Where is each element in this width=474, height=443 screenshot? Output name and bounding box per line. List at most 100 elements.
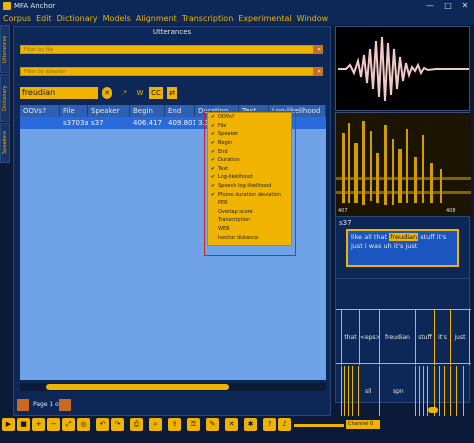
col-header-oovs[interactable]: OOVs?: [20, 105, 60, 117]
check-icon: ✔: [210, 148, 216, 155]
help-icon[interactable]: ?: [263, 418, 276, 431]
menu-dictionary[interactable]: Dictionary: [57, 14, 98, 23]
time-tick-label: 408: [446, 208, 456, 214]
scrollbar-thumb[interactable]: [428, 407, 438, 413]
channel-select[interactable]: Channel 0: [346, 420, 380, 429]
col-header-end[interactable]: End: [165, 105, 195, 117]
menu-item-speaker[interactable]: ✔ Speaker: [208, 130, 291, 139]
playback-toolbar: ▶ ■ + − ⤢ ◎ ↶ ↷ ⎙ ⌕ ⇪ ⚿ ✎ ✕ ✱ ? ♪ Channe…: [0, 416, 474, 443]
redo-icon[interactable]: ↷: [111, 418, 124, 431]
export-icon[interactable]: ⇪: [168, 418, 181, 431]
menu-item-label: End: [218, 148, 228, 155]
search-replace-icon[interactable]: ⇄: [167, 87, 177, 99]
file-filter-field[interactable]: Filter by file: [20, 45, 318, 54]
word-interval[interactable]: stuff: [415, 310, 434, 365]
col-header-file[interactable]: File: [60, 105, 88, 117]
delete-icon[interactable]: ✕: [225, 418, 238, 431]
menu-item-label: Speaker: [218, 131, 239, 138]
minimize-button[interactable]: —: [422, 0, 438, 12]
menu-item-begin[interactable]: ✔ Begin: [208, 139, 291, 148]
menu-item-file[interactable]: ✔ File: [208, 122, 291, 131]
tab-speakers[interactable]: Speakers: [0, 123, 10, 163]
waveform-view[interactable]: [335, 26, 470, 111]
search-icon[interactable]: ⌕: [149, 418, 162, 431]
tab-dictionary[interactable]: Dictionary: [0, 74, 10, 122]
next-page-button[interactable]: [59, 399, 71, 411]
app-icon: [3, 2, 11, 10]
menu-item-loglik[interactable]: ✔ Log-likelihood: [208, 173, 291, 182]
utterance-text-editor[interactable]: like all that freudian stuff it's just i…: [346, 229, 459, 267]
zoom-in-icon[interactable]: +: [32, 418, 45, 431]
menu-item-label: Log-likelihood: [218, 174, 253, 181]
save-icon[interactable]: ⎙: [130, 418, 143, 431]
search-clear-button[interactable]: ✕: [102, 87, 112, 99]
menu-item-phone-dur-dev[interactable]: ✔ Phone duration deviation: [208, 190, 291, 199]
close-icon: ✕: [317, 47, 322, 53]
edit-icon[interactable]: ✎: [206, 418, 219, 431]
menu-item-per[interactable]: PER: [208, 199, 291, 208]
check-icon: ✔: [210, 140, 216, 147]
phone-label[interactable]: spn: [393, 388, 404, 395]
timeline-scrollbar[interactable]: [418, 406, 474, 414]
word-interval[interactable]: <eps>: [359, 310, 381, 365]
menu-experimental[interactable]: Experimental: [238, 14, 291, 23]
menu-item-ivector[interactable]: Ivector distance: [208, 233, 291, 242]
menu-item-label: Speech log-likelihood: [218, 183, 272, 190]
spectrogram-view[interactable]: 407 408: [335, 112, 471, 217]
menu-window[interactable]: Window: [297, 14, 329, 23]
undo-icon[interactable]: ↶: [96, 418, 109, 431]
col-header-begin[interactable]: Begin: [130, 105, 165, 117]
menu-item-speech-loglik[interactable]: ✔ Speech log-likelihood: [208, 182, 291, 191]
volume-icon[interactable]: ♪: [278, 418, 291, 431]
regex-toggle[interactable]: .*: [118, 87, 130, 99]
bug-icon[interactable]: ✱: [244, 418, 257, 431]
tab-utterances[interactable]: Utterances: [0, 25, 10, 73]
stop-icon[interactable]: ■: [17, 418, 30, 431]
menu-item-label: Text: [218, 165, 229, 172]
menu-models[interactable]: Models: [103, 14, 131, 23]
word-interval[interactable]: it's: [434, 310, 450, 365]
zoom-selection-icon[interactable]: ◎: [77, 418, 90, 431]
column-visibility-menu: ✔ OOVs? ✔ File ✔ Speaker ✔ Begin ✔ End ✔ Durat…: [207, 112, 292, 246]
phone-label[interactable]: sil: [365, 388, 371, 395]
file-filter-clear-button[interactable]: ✕: [313, 45, 323, 54]
volume-slider[interactable]: [294, 424, 344, 427]
speaker-filter-clear-button[interactable]: ✕: [313, 67, 323, 76]
prev-page-button[interactable]: [17, 399, 29, 411]
menu-edit[interactable]: Edit: [36, 14, 52, 23]
word-interval[interactable]: just: [450, 310, 470, 365]
speaker-filter-placeholder: Filter by speaker: [24, 69, 66, 75]
menu-alignment[interactable]: Alignment: [136, 14, 177, 23]
play-icon[interactable]: ▶: [2, 418, 15, 431]
menu-item-label: Overlap score: [218, 208, 253, 215]
speaker-filter-field[interactable]: Filter by speaker: [20, 67, 318, 76]
menu-corpus[interactable]: Corpus: [3, 14, 31, 23]
menu-item-end[interactable]: ✔ End: [208, 147, 291, 156]
check-icon: ✔: [210, 165, 216, 172]
menu-item-wer[interactable]: WER: [208, 225, 291, 234]
menu-item-text[interactable]: ✔ Text: [208, 165, 291, 174]
word-interval[interactable]: that: [341, 310, 359, 365]
cell-file: s3703a: [63, 119, 88, 127]
zoom-fit-icon[interactable]: ⤢: [62, 418, 75, 431]
menu-item-label: Begin: [218, 140, 233, 147]
word-toggle[interactable]: W: [134, 87, 146, 99]
menu-item-label: File: [218, 122, 227, 129]
close-window-button[interactable]: ✕: [457, 0, 473, 12]
menu-item-transcription[interactable]: Transcription: [208, 216, 291, 225]
maximize-button[interactable]: □: [440, 0, 456, 12]
menu-item-overlap[interactable]: Overlap score: [208, 208, 291, 217]
word-interval[interactable]: freudian: [379, 310, 415, 365]
search-input[interactable]: freudian: [20, 87, 98, 99]
scrollbar-thumb[interactable]: [46, 384, 229, 390]
table-horizontal-scrollbar[interactable]: [20, 383, 326, 391]
case-toggle[interactable]: CC: [149, 87, 163, 99]
menu-transcription[interactable]: Transcription: [182, 14, 233, 23]
menu-item-duration[interactable]: ✔ Duration: [208, 156, 291, 165]
panel-title: Utterances: [152, 28, 192, 36]
zoom-out-icon[interactable]: −: [47, 418, 60, 431]
col-header-speaker[interactable]: Speaker: [88, 105, 130, 117]
lock-icon[interactable]: ⚿: [187, 418, 200, 431]
window-title: MFA Anchor: [14, 2, 56, 10]
menu-item-oovs[interactable]: ✔ OOVs?: [208, 113, 291, 122]
